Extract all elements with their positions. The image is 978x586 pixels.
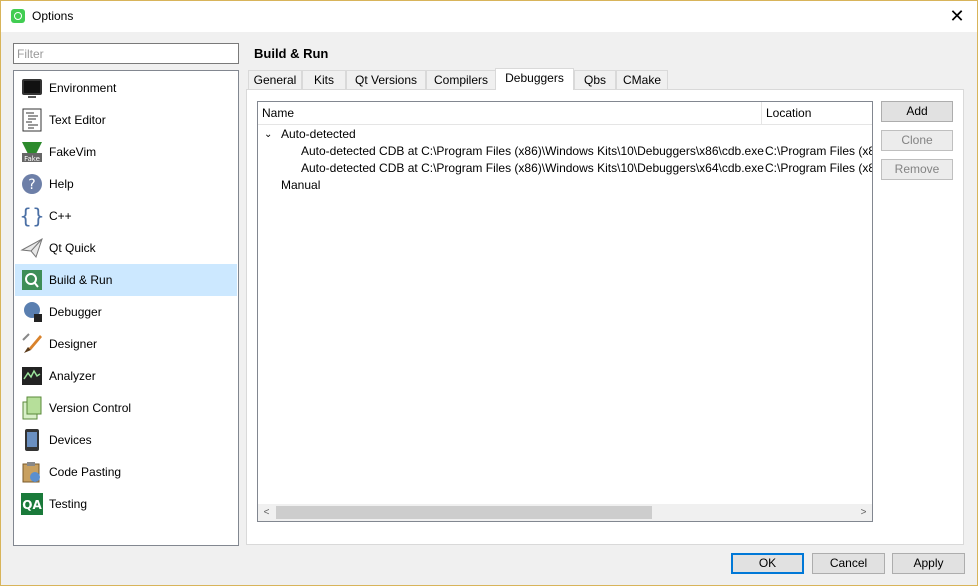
category-label: C++ (49, 209, 72, 223)
category-devices[interactable]: Devices (15, 424, 237, 456)
ok-button[interactable]: OK (731, 553, 804, 574)
window-title: Options (32, 9, 74, 23)
category-label: Text Editor (49, 113, 106, 127)
debugger-icon (24, 302, 42, 322)
monitor-icon (22, 79, 42, 98)
group-label: Auto-detected (281, 127, 356, 141)
category-testing[interactable]: QA Testing (15, 488, 237, 520)
category-label: Debugger (49, 305, 102, 319)
analyzer-icon (22, 367, 42, 385)
title-bar: Options ✕ (1, 1, 977, 32)
braces-icon: {} (20, 204, 44, 228)
category-label: Build & Run (49, 273, 113, 287)
scrollbar-thumb[interactable] (276, 506, 652, 519)
svg-text:Fake: Fake (24, 155, 40, 163)
category-help[interactable]: ? Help (15, 168, 237, 200)
options-dialog: Options ✕ Environment Text Editor Fake F… (0, 0, 978, 586)
horizontal-scrollbar[interactable]: < > (258, 504, 872, 521)
filter-input[interactable] (13, 43, 239, 64)
tree-group-manual[interactable]: Manual (258, 177, 872, 194)
cancel-button[interactable]: Cancel (812, 553, 885, 574)
category-list[interactable]: Environment Text Editor Fake FakeVim ? H… (13, 70, 239, 546)
tab-qt-versions[interactable]: Qt Versions (346, 70, 426, 90)
svg-text:QA: QA (22, 498, 42, 512)
category-cpp[interactable]: {} C++ (15, 200, 237, 232)
scroll-right-icon[interactable]: > (855, 504, 872, 521)
category-qt-quick[interactable]: Qt Quick (15, 232, 237, 264)
tab-qbs[interactable]: Qbs (574, 70, 616, 90)
table-row[interactable]: Auto-detected CDB at C:\Program Files (x… (258, 143, 872, 160)
qt-creator-app-icon (11, 9, 25, 23)
debugger-location: C:\Program Files (x86 (765, 161, 873, 175)
build-run-icon (22, 270, 42, 290)
category-label: FakeVim (49, 145, 97, 159)
category-label: Testing (49, 497, 88, 511)
tree-group-auto-detected[interactable]: ⌄ Auto-detected (258, 126, 872, 143)
category-label: Designer (49, 337, 98, 351)
svg-text:?: ? (28, 177, 35, 193)
clone-button[interactable]: Clone (881, 130, 953, 151)
tab-debuggers[interactable]: Debuggers (495, 68, 574, 90)
debugger-name: Auto-detected CDB at C:\Program Files (x… (301, 161, 764, 175)
category-label: Qt Quick (49, 241, 96, 255)
table-row[interactable]: Auto-detected CDB at C:\Program Files (x… (258, 160, 872, 177)
debugger-location: C:\Program Files (x86 (765, 144, 873, 158)
category-environment[interactable]: Environment (15, 72, 237, 104)
help-icon: ? (22, 174, 42, 194)
scroll-left-icon[interactable]: < (258, 504, 275, 521)
category-label: Version Control (49, 401, 132, 415)
category-debugger[interactable]: Debugger (15, 296, 237, 328)
add-button[interactable]: Add (881, 101, 953, 122)
devices-icon (25, 429, 39, 451)
debuggers-panel: Name Location ⌄ Auto-detected Auto-detec… (246, 89, 964, 545)
tab-compilers[interactable]: Compilers (426, 70, 496, 90)
category-label: Help (49, 177, 74, 191)
group-label: Manual (281, 178, 321, 192)
category-build-run[interactable]: Build & Run (15, 264, 237, 296)
column-header-location[interactable]: Location (762, 102, 872, 125)
debugger-name: Auto-detected CDB at C:\Program Files (x… (301, 144, 764, 158)
category-version-control[interactable]: Version Control (15, 392, 237, 424)
column-header-name[interactable]: Name (258, 102, 762, 125)
apply-button[interactable]: Apply (892, 553, 965, 574)
category-code-pasting[interactable]: Code Pasting (15, 456, 237, 488)
tree-header: Name Location (258, 102, 872, 125)
tab-cmake[interactable]: CMake (616, 70, 668, 90)
category-analyzer[interactable]: Analyzer (15, 360, 237, 392)
remove-button[interactable]: Remove (881, 159, 953, 180)
close-icon[interactable]: ✕ (947, 6, 967, 26)
category-designer[interactable]: Designer (15, 328, 237, 360)
category-label: Analyzer (49, 369, 96, 383)
qa-testing-icon: QA (21, 493, 43, 515)
category-fakevim[interactable]: Fake FakeVim (15, 136, 237, 168)
expand-chevron-icon[interactable]: ⌄ (264, 126, 272, 143)
category-text-editor[interactable]: Text Editor (15, 104, 237, 136)
category-label: Code Pasting (49, 465, 122, 479)
designer-brush-icon (22, 333, 42, 353)
category-label: Environment (49, 81, 117, 95)
fakevim-icon: Fake (22, 142, 42, 163)
version-control-icon (22, 396, 42, 420)
tab-kits[interactable]: Kits (302, 70, 346, 90)
page-title: Build & Run (254, 46, 329, 61)
text-editor-icon (22, 108, 42, 132)
paper-plane-icon (20, 237, 43, 259)
category-label: Devices (49, 433, 92, 447)
tab-general[interactable]: General (248, 70, 302, 90)
code-pasting-icon (22, 462, 40, 483)
debuggers-tree[interactable]: Name Location ⌄ Auto-detected Auto-detec… (257, 101, 873, 522)
svg-text:{}: {} (20, 204, 44, 228)
